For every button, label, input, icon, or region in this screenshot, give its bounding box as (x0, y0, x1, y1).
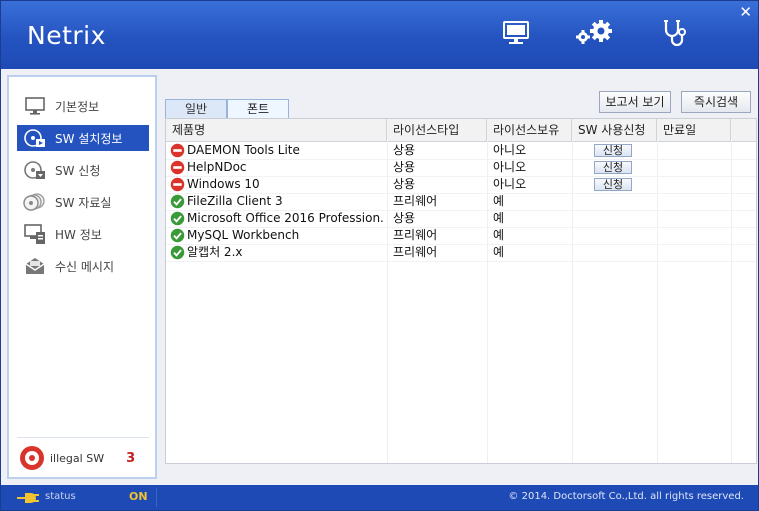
plug-icon (17, 493, 39, 503)
app-window: Netrix ✕ 기본정보 SW 설치정보 SW 신청 SW 자료실 HW 정보… (0, 0, 759, 511)
blocked-icon (170, 177, 185, 192)
app-title: Netrix (27, 21, 106, 50)
illegal-sw-count: 3 (126, 450, 136, 466)
tab-bar: 일반 SW 폰트 (165, 99, 289, 134)
monitor-icon (21, 95, 49, 117)
column-header-name[interactable]: 제품명 (166, 119, 387, 141)
cell-product-name: FileZilla Client 3 (170, 193, 384, 210)
close-button[interactable]: ✕ (739, 3, 752, 21)
illegal-disc-icon (20, 446, 44, 470)
column-header-expiry[interactable]: 만료일 (657, 119, 731, 141)
check-icon (170, 211, 185, 226)
cell-license-owned: 예 (493, 211, 505, 225)
cell-license-type: 프리웨어 (393, 228, 438, 242)
table-row[interactable]: HelpNDoc 상용 아니오 신청 (166, 159, 756, 177)
product-name-text: DAEMON Tools Lite (187, 143, 300, 157)
blocked-icon (170, 160, 185, 175)
table-row[interactable]: Windows 10 상용 아니오 신청 (166, 176, 756, 194)
disc-icon (21, 127, 49, 149)
cell-product-name: 알캡처 2.x (170, 244, 384, 261)
cell-license-owned: 예 (493, 245, 505, 259)
column-header-sw-request[interactable]: SW 사용신청 (572, 119, 657, 141)
table-row[interactable]: 알캡처 2.x 프리웨어 예 (166, 244, 756, 262)
illegal-sw-label: illegal SW (50, 451, 105, 465)
table-row[interactable]: DAEMON Tools Lite 상용 아니오 신청 (166, 142, 756, 160)
sidebar-item-label: HW 정보 (55, 227, 102, 242)
cell-license-owned: 예 (493, 228, 505, 242)
sidebar-item-label: 기본정보 (55, 99, 100, 114)
cell-license-owned: 예 (493, 194, 505, 208)
status-bar: status ON © 2014. Doctorsoft Co.,Ltd. al… (1, 485, 758, 510)
sidebar-item-label: SW 자료실 (55, 195, 112, 210)
check-icon (170, 245, 185, 260)
scan-now-button[interactable]: 즉시검색 (681, 91, 751, 113)
request-button[interactable]: 신청 (594, 178, 632, 191)
cell-license-owned: 아니오 (493, 143, 527, 157)
tab-general-sw[interactable]: 일반 SW (165, 99, 227, 134)
request-button[interactable]: 신청 (594, 144, 632, 157)
blocked-icon (170, 143, 185, 158)
product-name-text: 알캡처 2.x (187, 245, 243, 259)
cell-license-type: 프리웨어 (393, 245, 438, 259)
check-icon (170, 194, 185, 209)
cell-license-type: 상용 (393, 143, 416, 157)
header-bar: Netrix ✕ (1, 1, 758, 69)
table-row[interactable]: FileZilla Client 3 프리웨어 예 (166, 193, 756, 211)
gear-icon[interactable] (574, 17, 618, 49)
sidebar-item-sw-library[interactable]: SW 자료실 (17, 189, 149, 215)
sidebar-item-basic-info[interactable]: 기본정보 (17, 93, 149, 119)
check-icon (170, 228, 185, 243)
cell-product-name: DAEMON Tools Lite (170, 142, 384, 159)
product-name-text: HelpNDoc (187, 160, 247, 174)
tab-fonts[interactable]: 폰트 (227, 99, 289, 119)
column-header-license-owned[interactable]: 라이선스보유 (487, 119, 572, 141)
envelope-icon (21, 255, 49, 277)
stethoscope-icon[interactable] (660, 17, 692, 49)
cell-product-name: MySQL Workbench (170, 227, 384, 244)
request-button[interactable]: 신청 (594, 161, 632, 174)
cell-license-type: 상용 (393, 177, 416, 191)
cell-license-owned: 아니오 (493, 160, 527, 174)
product-name-text: Microsoft Office 2016 Profession... (187, 211, 384, 225)
sidebar-item-label: SW 신청 (55, 163, 101, 178)
sw-table: 제품명 라이선스타입 라이선스보유 SW 사용신청 만료일 DAEMON Too… (165, 118, 757, 464)
cell-license-type: 상용 (393, 211, 416, 225)
cell-product-name: HelpNDoc (170, 159, 384, 176)
hardware-icon (21, 223, 49, 245)
copyright-text: © 2014. Doctorsoft Co.,Ltd. all rights r… (508, 491, 744, 502)
product-name-text: FileZilla Client 3 (187, 194, 283, 208)
table-header: 제품명 라이선스타입 라이선스보유 SW 사용신청 만료일 (166, 119, 756, 142)
sidebar-item-label: 수신 메시지 (55, 259, 115, 274)
cell-license-type: 상용 (393, 160, 416, 174)
sidebar: 기본정보 SW 설치정보 SW 신청 SW 자료실 HW 정보 수신 메시지 i… (7, 75, 157, 479)
sidebar-divider (17, 437, 149, 438)
sidebar-item-sw-install[interactable]: SW 설치정보 (17, 125, 149, 151)
cell-license-owned: 아니오 (493, 177, 527, 191)
sidebar-item-sw-request[interactable]: SW 신청 (17, 157, 149, 183)
cell-product-name: Microsoft Office 2016 Profession... (170, 210, 384, 227)
cell-product-name: Windows 10 (170, 176, 384, 193)
illegal-sw-counter[interactable]: illegal SW 3 (19, 445, 135, 471)
product-name-text: Windows 10 (187, 177, 260, 191)
footer-divider (156, 488, 157, 507)
table-row[interactable]: Microsoft Office 2016 Profession... 상용 예 (166, 210, 756, 228)
monitor-icon[interactable] (500, 17, 532, 49)
sidebar-item-hw-info[interactable]: HW 정보 (17, 221, 149, 247)
sidebar-item-messages[interactable]: 수신 메시지 (17, 253, 149, 279)
status-label: status (45, 491, 76, 502)
table-row[interactable]: MySQL Workbench 프리웨어 예 (166, 227, 756, 245)
product-name-text: MySQL Workbench (187, 228, 300, 242)
sidebar-item-label: SW 설치정보 (55, 131, 123, 146)
cell-license-type: 프리웨어 (393, 194, 438, 208)
status-value: ON (129, 490, 148, 503)
report-button[interactable]: 보고서 보기 (599, 91, 671, 113)
disc-download-icon (21, 159, 49, 181)
disc-stack-icon (21, 191, 49, 213)
column-header-license-type[interactable]: 라이선스타입 (387, 119, 487, 141)
